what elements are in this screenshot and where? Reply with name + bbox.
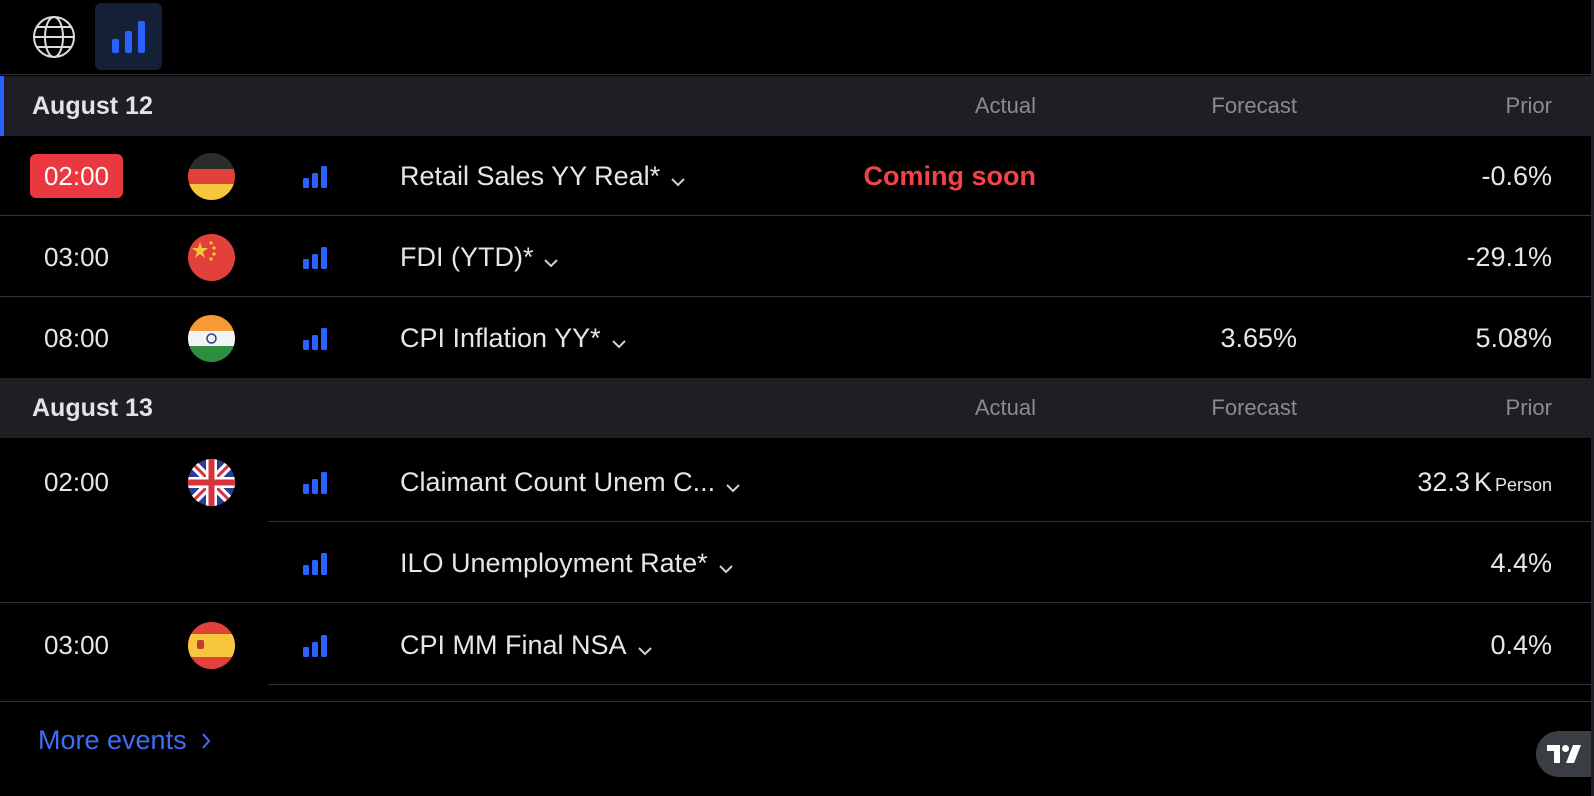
event-row[interactable]: 08:00 CPI Inflation YY* 3.65% 5.08% xyxy=(0,298,1594,378)
day-title: August 13 xyxy=(32,394,153,422)
more-events-link[interactable]: More events xyxy=(38,725,211,756)
event-name-button[interactable]: Retail Sales YY Real* xyxy=(400,136,686,218)
event-name-button[interactable]: Claimant Count Unem C... xyxy=(400,442,741,524)
column-actual: Actual xyxy=(974,395,1036,420)
prior-value: 32.3 K Person xyxy=(1417,442,1552,525)
tradingview-logo-icon[interactable] xyxy=(1536,731,1594,777)
chevron-down-icon xyxy=(725,444,741,524)
event-name: CPI Inflation YY* xyxy=(400,323,601,353)
toolbar xyxy=(0,0,1594,75)
row-divider xyxy=(0,602,1594,603)
event-name-button[interactable]: ILO Unemployment Rate* xyxy=(400,523,734,605)
event-name: FDI (YTD)* xyxy=(400,242,534,272)
prior-suffix: Person xyxy=(1494,475,1552,495)
chevron-down-icon xyxy=(718,525,734,605)
globe-icon[interactable] xyxy=(20,3,87,70)
event-row[interactable]: 03:00 CPI MM Final NSA 0.4% xyxy=(0,605,1594,685)
chevron-down-icon xyxy=(670,138,686,218)
day-header: August 13 Actual Forecast Prior xyxy=(0,378,1594,438)
importance-icon xyxy=(303,635,327,662)
importance-icon xyxy=(303,247,327,274)
column-actual: Actual xyxy=(974,93,1036,118)
event-name: ILO Unemployment Rate* xyxy=(400,548,708,578)
row-divider xyxy=(268,684,1594,685)
india-flag-icon xyxy=(188,315,235,362)
row-divider xyxy=(0,296,1594,297)
list-bottom-divider xyxy=(0,701,1594,702)
prior-value: 4.4% xyxy=(1490,548,1552,578)
column-forecast: Forecast xyxy=(1211,395,1297,420)
actual-value: Coming soon xyxy=(863,161,1036,191)
germany-flag-icon xyxy=(188,153,235,200)
importance-bars-icon[interactable] xyxy=(95,3,162,70)
chevron-right-icon xyxy=(201,732,210,749)
day-header: August 12 Actual Forecast Prior xyxy=(0,76,1594,136)
event-row[interactable]: 03:00 FDI (YTD)* -29.1% xyxy=(0,217,1594,297)
row-divider xyxy=(268,521,1594,522)
importance-icon xyxy=(303,166,327,193)
importance-icon xyxy=(303,328,327,355)
event-name-button[interactable]: CPI Inflation YY* xyxy=(400,298,627,380)
event-row[interactable]: 02:00 Claimant Count Unem C... 32.3 K Pers… xyxy=(0,442,1594,522)
column-prior: Prior xyxy=(1505,93,1552,118)
event-time: 02:00 xyxy=(43,467,110,497)
chevron-down-icon xyxy=(611,300,627,380)
china-flag-icon xyxy=(188,234,235,281)
chevron-down-icon xyxy=(637,607,653,687)
event-time: 03:00 xyxy=(43,630,110,660)
prior-value: -0.6% xyxy=(1481,161,1552,191)
column-prior: Prior xyxy=(1505,395,1552,420)
event-name: CPI MM Final NSA xyxy=(400,630,627,660)
prior-number: 32.3 xyxy=(1417,467,1470,497)
event-row[interactable]: 02:00 Retail Sales YY Real* Coming soon … xyxy=(0,136,1594,216)
event-row[interactable]: ILO Unemployment Rate* 4.4% xyxy=(0,523,1594,603)
row-divider xyxy=(0,215,1594,216)
column-forecast: Forecast xyxy=(1211,93,1297,118)
event-name: Retail Sales YY Real* xyxy=(400,161,661,191)
chevron-down-icon xyxy=(543,219,559,299)
prior-value: 0.4% xyxy=(1490,630,1552,660)
event-time: 08:00 xyxy=(43,323,110,353)
spain-flag-icon xyxy=(188,622,235,669)
day-header-accent xyxy=(0,76,4,136)
day-title: August 12 xyxy=(32,92,153,120)
importance-icon xyxy=(303,553,327,580)
event-name-button[interactable]: CPI MM Final NSA xyxy=(400,605,653,687)
uk-flag-icon xyxy=(188,459,235,506)
event-time: 03:00 xyxy=(43,242,110,272)
event-name: Claimant Count Unem C... xyxy=(400,467,716,497)
forecast-value: 3.65% xyxy=(1220,323,1297,353)
event-time-live: 02:00 xyxy=(30,154,123,198)
prior-unit: K xyxy=(1473,467,1492,497)
event-name-button[interactable]: FDI (YTD)* xyxy=(400,217,559,299)
importance-icon xyxy=(303,472,327,499)
more-events-label: More events xyxy=(38,725,187,755)
prior-value: -29.1% xyxy=(1466,242,1552,272)
prior-value: 5.08% xyxy=(1475,323,1552,353)
